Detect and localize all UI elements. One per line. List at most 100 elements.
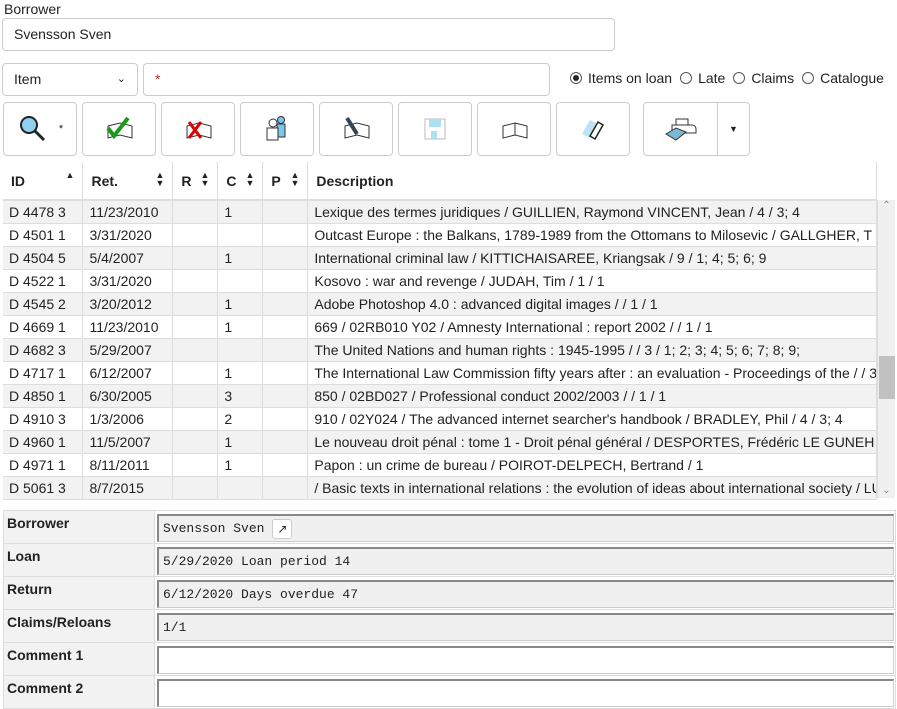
- cell-r: [172, 315, 219, 339]
- printer-icon: [664, 118, 696, 141]
- radio-label: Claims: [751, 70, 795, 86]
- comment-input[interactable]: [157, 646, 894, 674]
- cell-description: Adobe Photoshop 4.0 : advanced digital i…: [307, 292, 877, 316]
- search-input[interactable]: *: [143, 63, 550, 96]
- detail-label: Comment 1: [3, 642, 155, 676]
- column-header-p[interactable]: P ▲ ▼: [262, 162, 309, 201]
- sort-icon: ▲ ▼: [290, 170, 300, 188]
- cell-return: 8/11/2011: [82, 453, 174, 477]
- loans-table: ID ▲ Ret. ▲ ▼ R ▲ ▼ C ▲ ▼ P ▲ ▼ Description D 4478 3 11…: [3, 162, 877, 500]
- cell-id: D 4910 3: [3, 407, 84, 431]
- cell-r: [172, 453, 219, 477]
- cell-c: [217, 338, 264, 362]
- table-row[interactable]: D 4910 3 1/3/2006 2 910 / 02Y024 / The adva…: [3, 407, 877, 431]
- cell-description: Outcast Europe : the Balkans, 1789-1989 …: [307, 223, 877, 247]
- radio-label: Catalogue: [820, 70, 884, 86]
- borrower-input[interactable]: Svensson Sven: [2, 18, 615, 51]
- column-label: Ret.: [91, 172, 118, 189]
- print-dropdown-caret-icon[interactable]: ▼: [718, 124, 749, 134]
- scrollbar-thumb[interactable]: [879, 356, 895, 399]
- cell-c: [217, 476, 264, 500]
- chevron-down-icon: ⌄: [116, 73, 126, 85]
- table-row[interactable]: D 4717 1 6/12/2007 1 The International Law …: [3, 361, 877, 385]
- save-button[interactable]: [398, 102, 472, 156]
- cell-description: 910 / 02Y024 / The advanced internet sea…: [307, 407, 877, 431]
- detail-label: Comment 2: [3, 675, 155, 709]
- cell-return: 3/20/2012: [82, 292, 174, 316]
- cell-r: [172, 200, 219, 224]
- table-row[interactable]: D 4504 5 5/4/2007 1 International criminal …: [3, 246, 877, 270]
- cell-id: D 4545 2: [3, 292, 84, 316]
- table-row[interactable]: D 4478 3 11/23/2010 1 Lexique des termes ju…: [3, 200, 877, 224]
- print-button[interactable]: [644, 103, 718, 155]
- radio-items-on-loan[interactable]: Items on loan: [570, 70, 672, 86]
- cell-p: [262, 246, 309, 270]
- table-row[interactable]: D 4960 1 11/5/2007 1 Le nouveau droit pénal…: [3, 430, 877, 454]
- column-label: P: [271, 172, 281, 189]
- borrower-label: Borrower: [4, 1, 61, 17]
- sort-icon: ▲ ▼: [245, 170, 255, 188]
- detail-row: Claims/Reloans 1/1: [3, 609, 896, 643]
- scroll-up-icon[interactable]: ⌃: [878, 200, 895, 211]
- loan-details: Borrower Svensson Sven ↗ Loan 5/29/2020 Loan…: [3, 510, 896, 709]
- cell-c: 1: [217, 292, 264, 316]
- table-row[interactable]: D 5061 3 8/7/2015 / Basic texts in interna…: [3, 476, 877, 500]
- cell-r: [172, 430, 219, 454]
- table-row[interactable]: D 4971 1 8/11/2011 1 Papon : un crime de bu…: [3, 453, 877, 477]
- cell-return: 5/4/2007: [82, 246, 174, 270]
- cell-p: [262, 200, 309, 224]
- cell-return: 6/30/2005: [82, 384, 174, 408]
- cell-id: D 4682 3: [3, 338, 84, 362]
- scroll-down-icon[interactable]: ⌄: [878, 485, 895, 496]
- search-button[interactable]: *: [3, 102, 77, 156]
- checkin-cancel-icon: [186, 121, 212, 139]
- cell-r: [172, 361, 219, 385]
- cell-r: [172, 223, 219, 247]
- search-wildcard-text: *: [58, 123, 64, 135]
- detail-value: 6/12/2020 Days overdue 47: [157, 580, 894, 608]
- edit-button[interactable]: [319, 102, 393, 156]
- column-header-c[interactable]: C ▲ ▼: [217, 162, 264, 201]
- radio-circle-icon: [570, 72, 582, 84]
- detail-value-cell: 1/1: [154, 609, 896, 643]
- checkin-button[interactable]: [161, 102, 235, 156]
- cell-description: 850 / 02BD027 / Professional conduct 200…: [307, 384, 877, 408]
- cell-c: 1: [217, 430, 264, 454]
- table-row[interactable]: D 4682 3 5/29/2007 The United Nations and …: [3, 338, 877, 362]
- clear-button[interactable]: [556, 102, 630, 156]
- table-row[interactable]: D 4501 1 3/31/2020 Outcast Europe : the Ba…: [3, 223, 877, 247]
- table-scrollbar[interactable]: ⌃ ⌄: [877, 200, 895, 498]
- checkout-button[interactable]: [82, 102, 156, 156]
- radio-catalogue[interactable]: Catalogue: [802, 70, 884, 86]
- column-header-description[interactable]: Description: [307, 162, 877, 201]
- detail-value: Svensson Sven ↗: [157, 514, 894, 542]
- detail-value-cell: 6/12/2020 Days overdue 47: [154, 576, 896, 610]
- borrowers-button[interactable]: [240, 102, 314, 156]
- table-row[interactable]: D 4545 2 3/20/2012 1 Adobe Photoshop 4.0 : …: [3, 292, 877, 316]
- cell-p: [262, 407, 309, 431]
- catalogue-button[interactable]: [477, 102, 551, 156]
- search-type-value: Item: [14, 71, 42, 87]
- cell-id: D 4522 1: [3, 269, 84, 293]
- edit-book-icon: [344, 116, 370, 139]
- search-type-select[interactable]: Item ⌄: [2, 63, 138, 96]
- cell-c: 1: [217, 315, 264, 339]
- column-label: ID: [11, 172, 25, 189]
- table-row[interactable]: D 4669 1 11/23/2010 1 669 / 02RB010 Y02 / A…: [3, 315, 877, 339]
- cell-p: [262, 361, 309, 385]
- radio-claims[interactable]: Claims: [733, 70, 794, 86]
- detail-label: Return: [3, 576, 155, 610]
- detail-value: 5/29/2020 Loan period 14: [157, 547, 894, 575]
- column-header-r[interactable]: R ▲ ▼: [172, 162, 219, 201]
- radio-label: Items on loan: [588, 70, 673, 86]
- cell-c: 3: [217, 384, 264, 408]
- eraser-icon: [582, 120, 605, 141]
- column-header-id[interactable]: ID ▲: [3, 162, 84, 201]
- table-row[interactable]: D 4522 1 3/31/2020 Kosovo : war and reveng…: [3, 269, 877, 293]
- radio-late[interactable]: Late: [680, 70, 725, 86]
- sort-icon: ▲ ▼: [200, 170, 210, 188]
- detail-value-cell: [154, 642, 896, 676]
- external-link-icon[interactable]: ↗: [272, 518, 293, 539]
- column-header-ret[interactable]: Ret. ▲ ▼: [82, 162, 174, 201]
- table-row[interactable]: D 4850 1 6/30/2005 3 850 / 02BD027 / Profes…: [3, 384, 877, 408]
